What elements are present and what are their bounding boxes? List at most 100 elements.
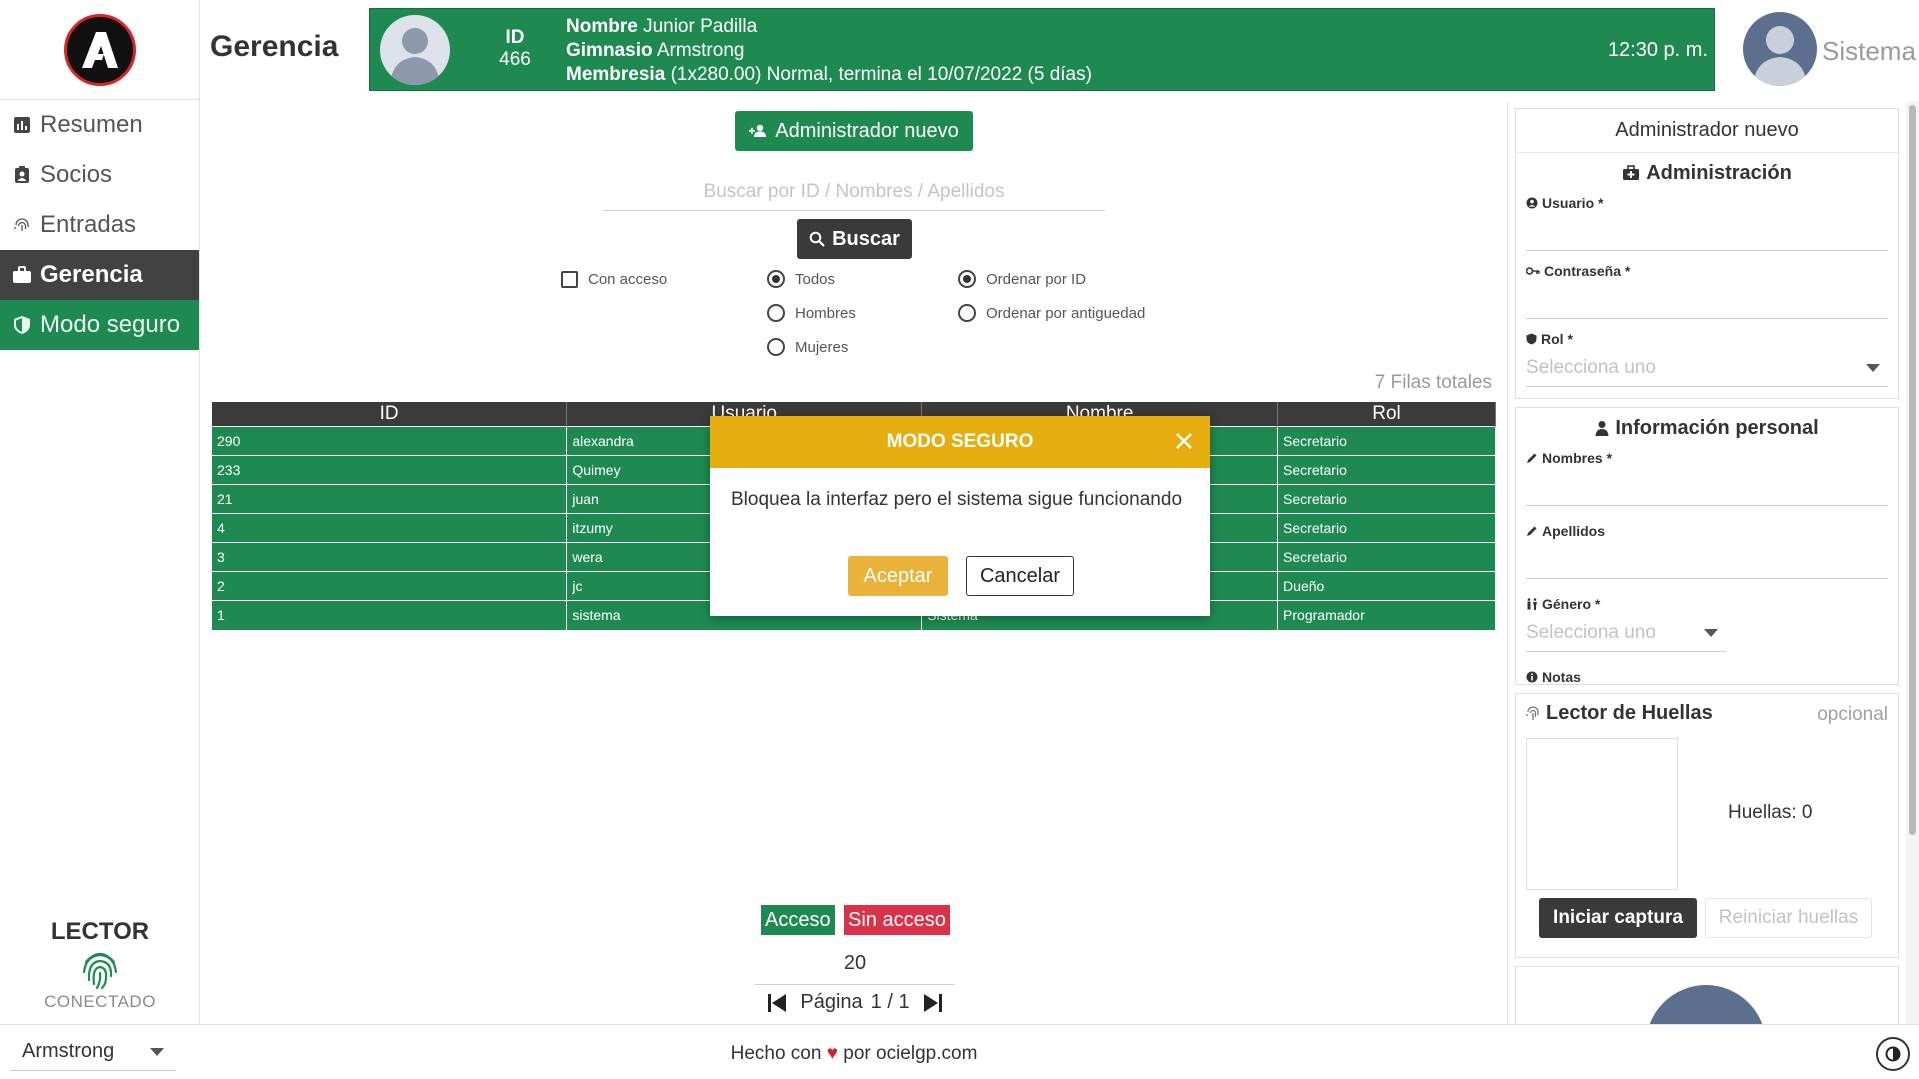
accept-button[interactable]: Aceptar: [848, 556, 948, 596]
sidebar-item-entradas[interactable]: Entradas: [0, 200, 199, 250]
cell-id: 290: [212, 426, 568, 456]
checkbox-box[interactable]: [561, 271, 578, 288]
notes-label: Notas: [1542, 669, 1581, 685]
last-page-icon[interactable]: [922, 992, 944, 1014]
section-title-text: Información personal: [1615, 416, 1819, 439]
cell-id: 233: [212, 455, 568, 485]
page-title: Gerencia: [210, 30, 339, 63]
app-logo[interactable]: [63, 13, 136, 86]
chevron-down-icon: [1704, 628, 1718, 637]
chevron-down-icon: [1866, 363, 1880, 372]
member-name: Junior Padilla: [643, 16, 758, 37]
cell-rol: Secretario: [1277, 455, 1496, 485]
pencil-icon: [1526, 452, 1538, 464]
user-icon: [1595, 420, 1609, 436]
search-button[interactable]: Buscar: [797, 219, 912, 259]
role-select[interactable]: Selecciona uno: [1526, 349, 1888, 387]
total-rows: 7 Filas totales: [1374, 372, 1492, 393]
heart-icon: ♥: [826, 1043, 838, 1064]
new-admin-button[interactable]: Administrador nuevo: [735, 111, 973, 151]
user-plus-icon: [749, 124, 767, 137]
names-label: Nombres *: [1542, 450, 1613, 466]
sidebar-item-label: Socios: [40, 161, 113, 188]
access-checkbox[interactable]: Con acceso: [561, 271, 667, 288]
footer: Armstrong Hecho con ♥ por ocielgp.com: [0, 1024, 1919, 1079]
dialog-message: Bloquea la interfaz pero el sistema sigu…: [731, 489, 1183, 510]
fingerprint-count: Huellas: 0: [1728, 802, 1813, 823]
fingerprint-title-text: Lector de Huellas: [1546, 702, 1713, 724]
gender-women-radio[interactable]: Mujeres: [767, 338, 848, 356]
theme-toggle-button[interactable]: [1876, 1037, 1910, 1071]
surnames-input[interactable]: [1526, 541, 1888, 579]
page-size[interactable]: 20: [800, 952, 910, 975]
id-badge-icon: [12, 165, 32, 185]
member-membership-label: Membresia: [566, 64, 666, 85]
gender-select[interactable]: Selecciona uno: [1526, 614, 1726, 652]
shield-icon: [12, 315, 32, 335]
pencil-icon: [1526, 525, 1538, 537]
user-avatar[interactable]: [1743, 12, 1817, 86]
radio-unselected[interactable]: [958, 304, 976, 322]
order-age-radio[interactable]: Ordenar por antiguedad: [958, 304, 1145, 322]
panel-title: Administrador nuevo: [1516, 109, 1898, 153]
medkit-icon: [1622, 165, 1640, 181]
column-header-id[interactable]: ID: [212, 402, 568, 427]
names-input[interactable]: [1526, 468, 1888, 506]
column-header-rol[interactable]: Rol: [1277, 402, 1496, 427]
legend-no-access: Sin acceso: [844, 905, 950, 935]
close-icon[interactable]: [1172, 429, 1196, 453]
member-banner: ID 466 Nombre Junior Padilla Gimnasio Ar…: [369, 8, 1715, 91]
gender-all-label: Todos: [795, 270, 836, 288]
radio-unselected[interactable]: [767, 304, 785, 322]
cell-rol: Secretario: [1277, 484, 1496, 514]
user-name[interactable]: Sistema: [1822, 36, 1916, 67]
gender-label: Género *: [1542, 596, 1601, 612]
sidebar-item-resumen[interactable]: Resumen: [0, 100, 199, 150]
password-label: Contraseña *: [1544, 263, 1631, 279]
cell-rol: Secretario: [1277, 426, 1496, 456]
cell-id: 2: [212, 571, 568, 601]
member-details: Nombre Junior Padilla Gimnasio Armstrong…: [566, 15, 1092, 87]
gender-all-radio[interactable]: Todos: [767, 270, 835, 288]
cancel-button[interactable]: Cancelar: [966, 556, 1074, 596]
username-label: Usuario *: [1542, 195, 1604, 211]
role-label: Rol *: [1541, 331, 1573, 347]
admin-card: Administrador nuevo Administración Usuar…: [1515, 108, 1899, 399]
pagination: Página 1 / 1: [755, 984, 955, 1020]
fingerprint-optional: opcional: [1817, 704, 1888, 725]
chart-icon: [12, 115, 32, 135]
order-id-radio[interactable]: Ordenar por ID: [958, 270, 1086, 288]
sidebar: Resumen Socios Entradas Gerencia Modo se…: [0, 0, 200, 1024]
scrollbar-thumb[interactable]: [1909, 105, 1916, 835]
sidebar-item-socios[interactable]: Socios: [0, 150, 199, 200]
gender-men-radio[interactable]: Hombres: [767, 304, 856, 322]
gender-field: Género * Selecciona uno: [1516, 594, 1736, 652]
radio-selected[interactable]: [767, 270, 785, 288]
radio-unselected[interactable]: [767, 338, 785, 356]
surnames-field: Apellidos: [1516, 521, 1898, 579]
sidebar-item-modo-seguro[interactable]: Modo seguro: [0, 300, 199, 350]
radio-selected[interactable]: [958, 270, 976, 288]
first-page-icon[interactable]: [766, 992, 788, 1014]
footer-credits: Hecho con ♥ por ocielgp.com: [0, 1043, 1708, 1065]
cell-id: 3: [212, 542, 568, 572]
password-input[interactable]: [1526, 281, 1888, 319]
member-gym-label: Gimnasio: [566, 40, 653, 61]
cell-rol: Secretario: [1277, 513, 1496, 543]
admin-avatar-preview: [1646, 985, 1766, 1024]
start-capture-button[interactable]: Iniciar captura: [1539, 898, 1697, 938]
section-title-text: Administración: [1646, 161, 1792, 184]
member-gym: Armstrong: [656, 40, 745, 61]
role-placeholder: Selecciona uno: [1526, 356, 1656, 378]
reader-status: LECTOR CONECTADO: [0, 914, 200, 1024]
panel-scrollbar[interactable]: [1906, 101, 1919, 1024]
pager-label: Página: [800, 991, 863, 1013]
sidebar-item-gerencia[interactable]: Gerencia: [0, 250, 199, 300]
member-id: ID 466: [480, 27, 550, 71]
username-input[interactable]: [1526, 213, 1888, 251]
fingerprint-icon: [12, 215, 32, 235]
reset-fingerprints-button[interactable]: Reiniciar huellas: [1705, 898, 1872, 938]
footer-author[interactable]: por ocielgp.com: [843, 1043, 977, 1064]
new-admin-label: Administrador nuevo: [775, 119, 959, 142]
search-input[interactable]: [603, 173, 1105, 211]
